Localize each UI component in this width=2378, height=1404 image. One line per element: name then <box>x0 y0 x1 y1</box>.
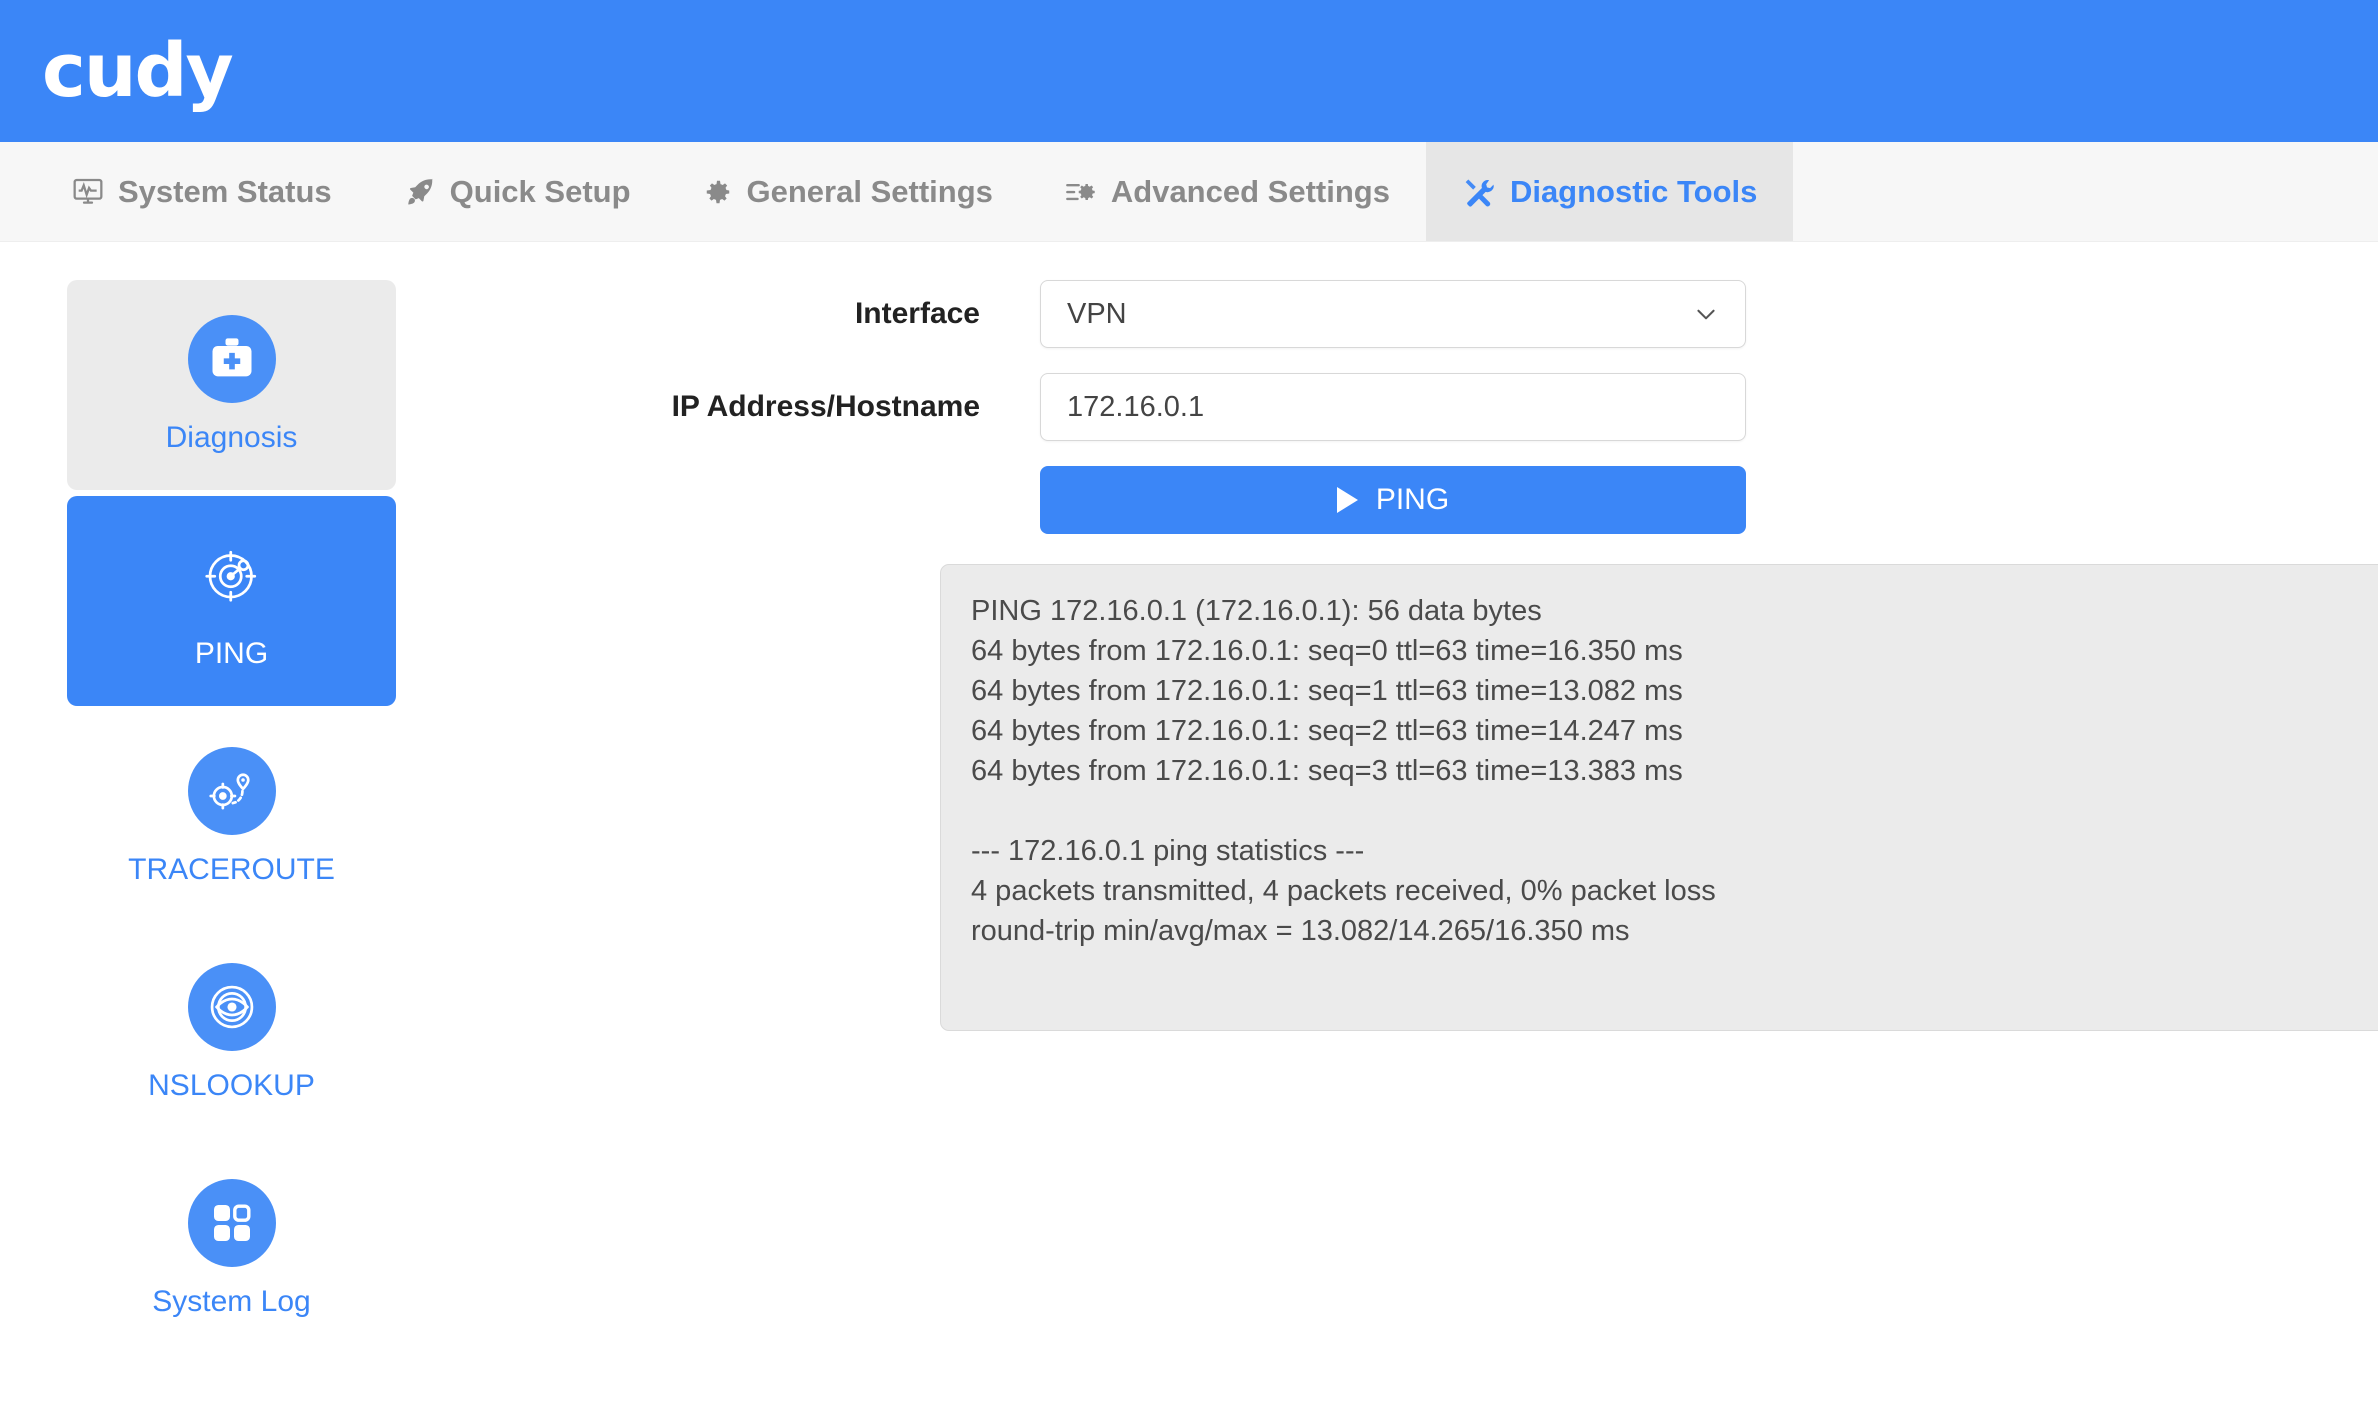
gear-icon <box>703 177 733 207</box>
button-spacer <box>462 466 1040 534</box>
sidebar-item-label: NSLOOKUP <box>148 1069 315 1103</box>
interface-label: Interface <box>462 297 1040 331</box>
console-row: PING 172.16.0.1 (172.16.0.1): 56 data by… <box>462 564 2378 1031</box>
sidebar-item-ping[interactable]: PING <box>67 496 396 706</box>
sidebar-item-system-log[interactable]: System Log <box>67 1144 396 1354</box>
ping-button-label: PING <box>1376 483 1449 517</box>
sidebar-item-label: System Log <box>152 1285 310 1319</box>
tab-diagnostic-tools[interactable]: Diagnostic Tools <box>1426 142 1793 241</box>
sidebar-item-label: TRACEROUTE <box>128 853 335 887</box>
play-icon <box>1337 487 1358 513</box>
host-label: IP Address/Hostname <box>462 390 1040 424</box>
hammer-wrench-icon <box>1462 176 1496 208</box>
first-aid-kit-icon <box>188 315 276 403</box>
sidebar-item-label: PING <box>195 637 268 671</box>
tab-label: Advanced Settings <box>1111 174 1390 210</box>
host-input[interactable]: 172.16.0.1 <box>1040 373 1746 441</box>
cudy-logo: cudy <box>42 34 232 108</box>
ping-button-row: PING <box>462 466 2378 534</box>
target-pin-route-icon <box>188 747 276 835</box>
interface-selected-value: VPN <box>1067 298 1127 331</box>
tab-label: Diagnostic Tools <box>1510 174 1757 210</box>
diagnostic-sidebar: Diagnosis PING <box>0 242 462 1404</box>
tab-quick-setup[interactable]: Quick Setup <box>368 142 667 241</box>
sidebar-item-traceroute[interactable]: TRACEROUTE <box>67 712 396 922</box>
app-header: cudy <box>0 0 2378 142</box>
tab-advanced-settings[interactable]: Advanced Settings <box>1029 142 1426 241</box>
tab-label: General Settings <box>747 174 993 210</box>
tab-general-settings[interactable]: General Settings <box>667 142 1029 241</box>
sidebar-item-nslookup[interactable]: NSLOOKUP <box>67 928 396 1138</box>
sidebar-item-diagnosis[interactable]: Diagnosis <box>67 280 396 490</box>
ping-button[interactable]: PING <box>1040 466 1746 534</box>
sliders-gear-icon <box>1065 177 1097 207</box>
sidebar-item-label: Diagnosis <box>166 421 298 455</box>
rocket-icon <box>404 176 436 208</box>
host-row: IP Address/Hostname 172.16.0.1 <box>462 373 2378 441</box>
ping-tool-panel: Interface VPN IP Address/Hostname 172.16… <box>462 242 2378 1404</box>
tab-label: Quick Setup <box>450 174 631 210</box>
tab-system-status[interactable]: System Status <box>0 142 368 241</box>
chevron-down-icon <box>1693 301 1719 327</box>
console-spacer <box>462 564 940 1031</box>
main-navigation-tabs: System Status Quick Setup General Settin… <box>0 142 2378 242</box>
tab-label: System Status <box>118 174 332 210</box>
interface-row: Interface VPN <box>462 280 2378 348</box>
interface-select[interactable]: VPN <box>1040 280 1746 348</box>
host-input-value: 172.16.0.1 <box>1067 391 1204 424</box>
eye-rings-icon <box>188 963 276 1051</box>
radar-target-icon <box>188 531 276 619</box>
page-body: Diagnosis PING <box>0 242 2378 1404</box>
grid-squares-icon <box>188 1179 276 1267</box>
monitor-pulse-icon <box>72 176 104 208</box>
ping-output-console: PING 172.16.0.1 (172.16.0.1): 56 data by… <box>940 564 2378 1031</box>
